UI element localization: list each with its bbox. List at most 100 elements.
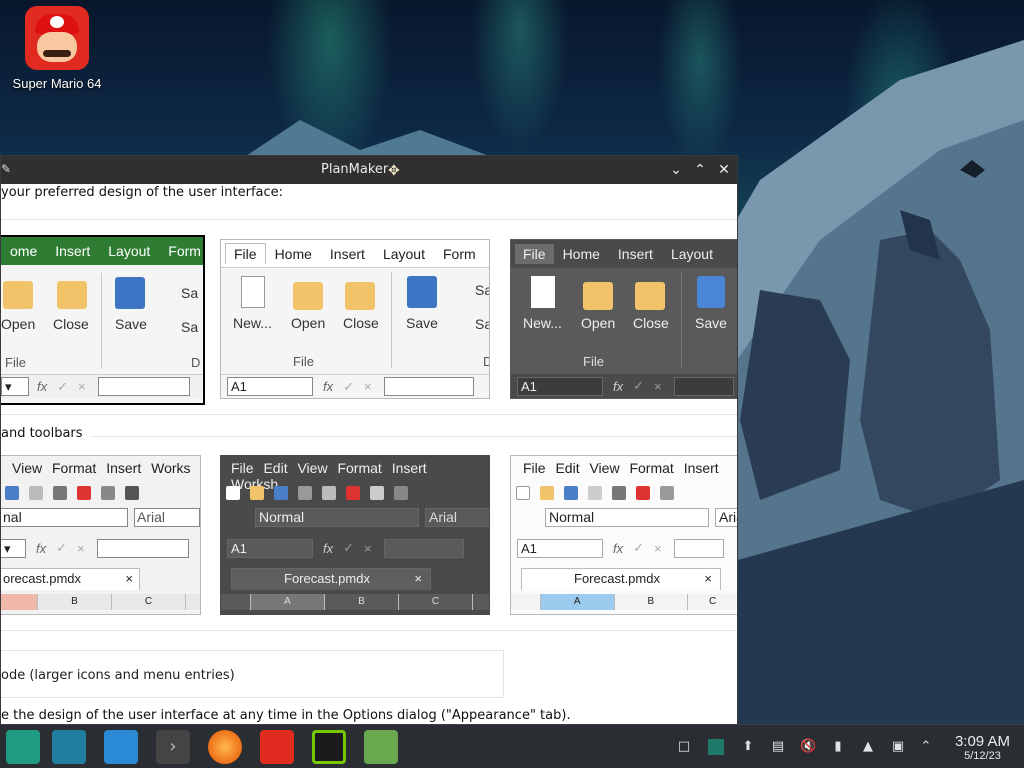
document-tab-label: Forecast.pmdx <box>574 571 660 586</box>
planmaker-taskbar-icon[interactable] <box>364 730 398 764</box>
notifications-icon[interactable]: ▲ <box>860 739 876 755</box>
open-label: Open <box>291 315 326 331</box>
cut-icon <box>394 486 408 500</box>
ribbon-design-light[interactable]: File Home Insert Layout Form New... Open… <box>220 239 490 399</box>
clock-date: 5/12/23 <box>964 750 1001 762</box>
style-dropdown[interactable]: Normal <box>545 508 709 527</box>
cell-address-box[interactable]: A1 <box>227 377 313 396</box>
ribbon-design-dark[interactable]: File Home Insert Layout New... Open Clos… <box>510 239 737 399</box>
cell-address-box[interactable]: A1 <box>517 538 603 558</box>
file-group-label: File <box>293 354 314 369</box>
file-manager-icon[interactable] <box>52 730 86 764</box>
menu-view: View <box>12 460 43 476</box>
formula-input[interactable] <box>383 377 474 396</box>
close-tab-icon[interactable]: × <box>704 569 712 589</box>
formula-input[interactable] <box>383 538 464 558</box>
super-mario-taskbar-icon[interactable] <box>260 730 294 764</box>
style-dropdown[interactable]: Normal <box>255 508 419 527</box>
pin-icon[interactable]: ✎ <box>1 162 11 176</box>
preview-icon <box>660 486 674 500</box>
menu-format: Format <box>51 460 97 476</box>
tab-file: File <box>225 243 266 264</box>
firefox-icon[interactable] <box>208 730 242 764</box>
menus-section-label: and toolbars <box>1 426 83 441</box>
touch-mode-label: ode (larger icons and menu entries) <box>1 668 235 683</box>
divider <box>1 414 737 415</box>
tab-layout: Layout <box>108 243 151 259</box>
window-title: PlanMaker <box>321 162 389 177</box>
battery-icon[interactable]: ▮ <box>830 739 846 755</box>
app-launcher-icon[interactable] <box>6 730 40 764</box>
font-dropdown[interactable]: Aria <box>715 508 737 527</box>
tray-expand-icon[interactable]: ⌃ <box>918 739 934 755</box>
formula-input[interactable] <box>673 376 734 396</box>
toolbar-icons <box>221 481 489 505</box>
file-group-label: File <box>5 355 26 370</box>
tab-home: ome <box>10 243 38 259</box>
close-icon[interactable]: ✕ <box>716 162 732 178</box>
maximize-icon[interactable]: ⌃ <box>692 162 708 178</box>
classic-design-light[interactable]: View Format Insert Works nal Arial ▾ fx … <box>1 455 201 615</box>
document-tab[interactable]: orecast.pmdx × <box>1 568 140 590</box>
formula-input[interactable] <box>673 538 724 558</box>
clock[interactable]: 3:09 AM 5/12/23 <box>955 733 1010 762</box>
intro-text: your preferred design of the user interf… <box>1 185 284 200</box>
terminal-icon[interactable]: › <box>156 730 190 764</box>
aurora-background <box>0 0 1024 180</box>
file-group-label: File <box>583 354 604 369</box>
formula-input[interactable] <box>96 538 189 558</box>
footer-hint: e the design of the user interface at an… <box>1 708 571 723</box>
cell-address-box[interactable]: ▾ <box>1 377 29 396</box>
minimize-icon[interactable]: ⌄ <box>668 162 684 178</box>
open-folder-icon <box>583 282 613 310</box>
classic-design-modern[interactable]: File Edit View Format Insert Normal Ari a… <box>510 455 737 615</box>
cancel-icon: × <box>78 379 86 394</box>
fx-icon: fx <box>323 540 334 556</box>
cancel-icon: × <box>77 540 85 556</box>
check-icon: ✓ <box>56 540 68 555</box>
divider <box>1 630 737 631</box>
tab-home: Home <box>274 245 312 262</box>
discover-store-icon[interactable] <box>104 730 138 764</box>
fx-icon: fx <box>36 540 47 556</box>
close-tab-icon[interactable]: × <box>414 569 422 589</box>
cancel-icon: × <box>364 540 372 556</box>
close-folder-icon <box>635 282 665 310</box>
document-tab[interactable]: Forecast.pmdx × <box>231 568 431 590</box>
update-icon[interactable]: ⬆ <box>740 739 756 755</box>
close-folder-icon <box>345 282 375 310</box>
menu-insert: Insert <box>106 460 142 476</box>
cancel-icon: × <box>654 540 662 556</box>
planmaker-window[interactable]: ✎ PlanMaker ✥ ⌄ ⌃ ✕ your preferred desig… <box>0 155 738 725</box>
show-desktop-icon[interactable]: □ <box>676 739 692 755</box>
title-bar[interactable]: ✎ PlanMaker ✥ ⌄ ⌃ ✕ <box>1 156 737 184</box>
font-dropdown[interactable]: Arial <box>134 508 200 527</box>
taskbar: › □ ⬆ ▤ 🔇 ▮ ▲ ▣ ⌃ 3:09 AM 5/12/23 <box>0 724 1024 768</box>
new-icon <box>516 486 530 500</box>
close-tab-icon[interactable]: × <box>125 569 133 589</box>
emulator-icon[interactable] <box>312 730 346 764</box>
ribbon-design-green[interactable]: ome Insert Layout Form Open Close Save S… <box>1 235 205 405</box>
menu-file: File <box>523 460 546 476</box>
window-switcher-icon[interactable] <box>708 739 724 755</box>
formula-input[interactable] <box>97 377 190 396</box>
network-icon[interactable]: ▣ <box>890 739 906 755</box>
tab-file: File <box>515 244 554 264</box>
save-all-label: Sa <box>181 319 199 335</box>
font-dropdown[interactable]: Arial <box>425 508 489 527</box>
volume-muted-icon[interactable]: 🔇 <box>800 739 816 755</box>
menu-worksheet: Works <box>151 460 191 476</box>
save-all-icon <box>298 486 312 500</box>
save-as-label: Sa <box>181 285 199 301</box>
desktop-icon-super-mario-64[interactable]: Super Mario 64 <box>8 6 106 91</box>
cell-address-box[interactable]: A1 <box>227 538 313 558</box>
classic-design-dark[interactable]: File Edit View Format Insert Worksh Norm… <box>220 455 490 615</box>
style-dropdown[interactable]: nal <box>1 508 128 527</box>
cell-address-box[interactable]: A1 <box>517 376 603 396</box>
cell-address-box[interactable]: ▾ <box>1 538 26 558</box>
clipboard-icon[interactable]: ▤ <box>770 739 786 755</box>
print-icon <box>612 486 626 500</box>
document-tab-label: Forecast.pmdx <box>284 571 370 586</box>
touch-mode-option[interactable]: ode (larger icons and menu entries) <box>1 650 504 698</box>
document-tab[interactable]: Forecast.pmdx × <box>521 568 721 590</box>
